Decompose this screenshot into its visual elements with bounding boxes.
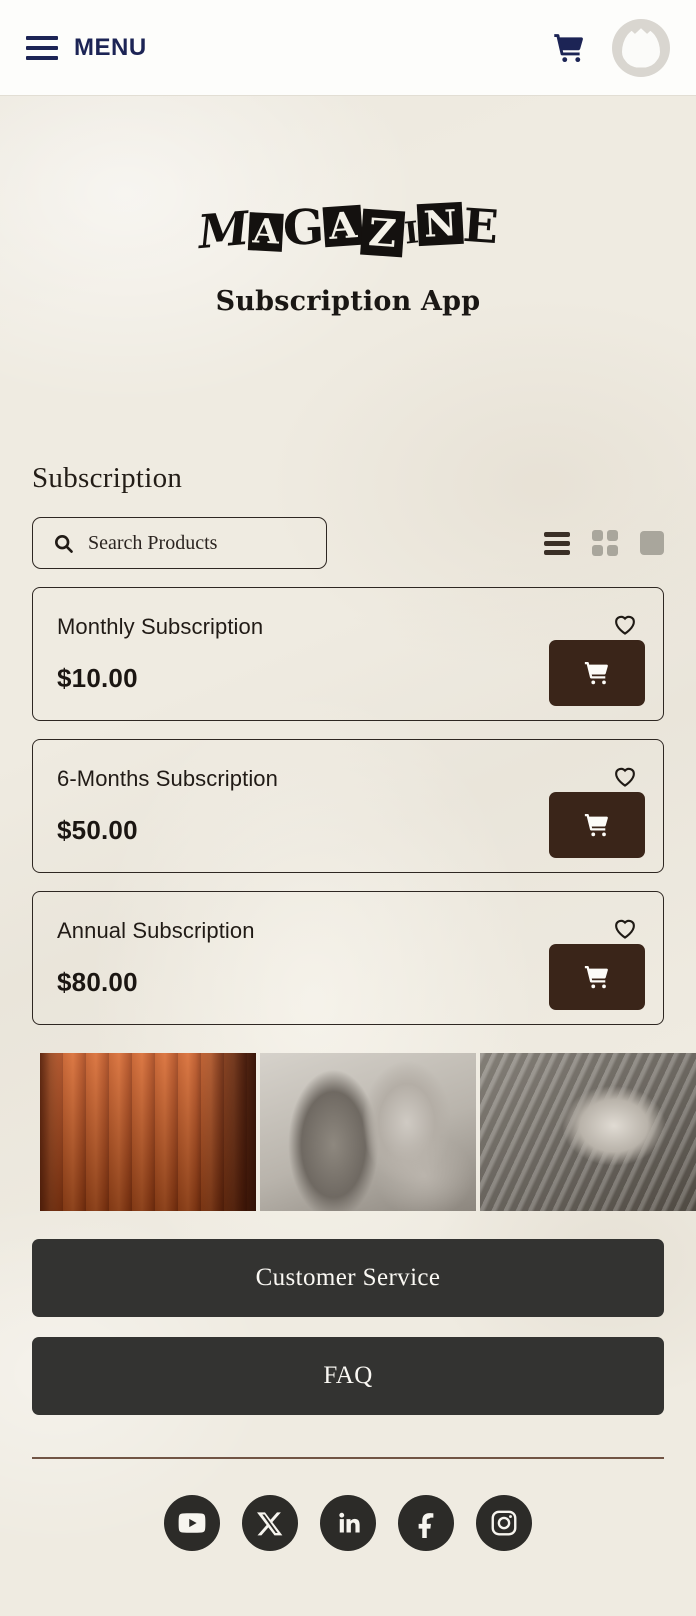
facebook-icon[interactable] (398, 1494, 454, 1551)
heart-outline-icon[interactable] (611, 762, 639, 790)
heart-outline-icon[interactable] (611, 610, 639, 638)
view-toggle-group (544, 530, 664, 556)
logo-letter-a1: A (247, 211, 285, 253)
logo-letter-g: G (281, 198, 326, 258)
avatar-placeholder-icon (622, 27, 660, 68)
shopping-cart-icon (584, 662, 608, 685)
product-price: $50.00 (57, 815, 138, 845)
logo-letter-e: E (461, 197, 500, 255)
shopping-cart-icon (584, 814, 608, 837)
main-content: M A G A Z I N E Subscription App Subscri… (0, 96, 696, 1551)
menu-label: MENU (74, 33, 147, 61)
magazine-logo: M A G A Z I N E (195, 196, 500, 260)
heart-outline-icon[interactable] (611, 914, 639, 942)
search-row (32, 517, 664, 569)
woman-profile-portrait-image (260, 1053, 476, 1211)
logo-letter-a2: A (322, 204, 364, 248)
x-twitter-icon[interactable] (242, 1494, 298, 1551)
list-view-icon[interactable] (544, 531, 570, 555)
faq-button[interactable]: FAQ (32, 1337, 664, 1415)
hero-section: M A G A Z I N E Subscription App (32, 96, 664, 317)
search-box[interactable] (32, 517, 327, 569)
hamburger-icon[interactable] (26, 35, 58, 60)
hero-subtitle: Subscription App (215, 286, 481, 317)
leather-furniture-image (40, 1053, 256, 1211)
large-tile-view-icon[interactable] (640, 531, 664, 555)
linkedin-icon[interactable] (320, 1494, 376, 1551)
page-title: Subscription (32, 462, 183, 494)
product-name: 6-Months Subscription (57, 766, 278, 791)
youtube-icon[interactable] (164, 1494, 220, 1551)
add-to-cart-button[interactable] (549, 640, 645, 706)
logo-letter-m: M (195, 200, 252, 260)
customer-service-button[interactable]: Customer Service (32, 1239, 664, 1317)
product-name: Annual Subscription (57, 918, 255, 943)
product-name: Monthly Subscription (57, 614, 264, 639)
grid-view-icon[interactable] (592, 530, 618, 556)
product-card[interactable]: Monthly Subscription $10.00 (32, 587, 664, 721)
product-price: $10.00 (57, 663, 138, 693)
search-icon (53, 533, 74, 554)
header-actions (552, 18, 670, 77)
add-to-cart-button[interactable] (549, 944, 645, 1010)
search-input[interactable] (88, 531, 306, 555)
add-to-cart-button[interactable] (549, 792, 645, 858)
app-header: MENU (0, 0, 696, 96)
product-price: $80.00 (57, 967, 138, 997)
shopping-cart-icon[interactable] (552, 31, 586, 65)
logo-letter-z: Z (360, 208, 406, 258)
product-card[interactable]: Annual Subscription $80.00 (32, 891, 664, 1025)
social-links (32, 1494, 664, 1551)
menu-button[interactable]: MENU (26, 34, 147, 62)
image-gallery (40, 1053, 696, 1211)
product-card[interactable]: 6-Months Subscription $50.00 (32, 739, 664, 873)
shopping-cart-icon (584, 966, 608, 989)
avatar[interactable] (612, 18, 670, 77)
fabric-bow-image (480, 1053, 696, 1211)
footer-divider (32, 1457, 664, 1459)
instagram-icon[interactable] (476, 1494, 532, 1551)
logo-letter-n: N (416, 201, 464, 247)
